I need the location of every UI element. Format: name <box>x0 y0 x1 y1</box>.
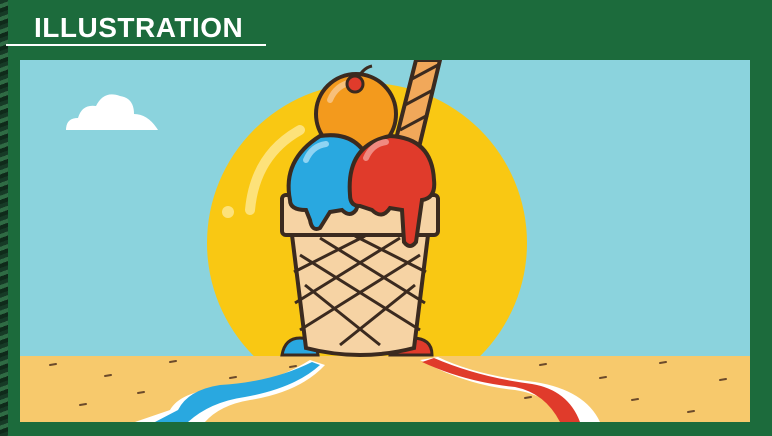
left-edge-pattern <box>0 0 8 436</box>
title-underline <box>6 44 266 46</box>
sun-shine-dot <box>222 206 234 218</box>
illustration-card: ILLUSTRATION <box>0 0 772 436</box>
ice-cream-illustration <box>20 60 750 422</box>
cherry <box>345 74 365 94</box>
illustration-panel <box>20 60 750 422</box>
section-title: ILLUSTRATION <box>34 12 244 43</box>
waffle-cone <box>289 233 431 357</box>
sand <box>20 356 750 422</box>
